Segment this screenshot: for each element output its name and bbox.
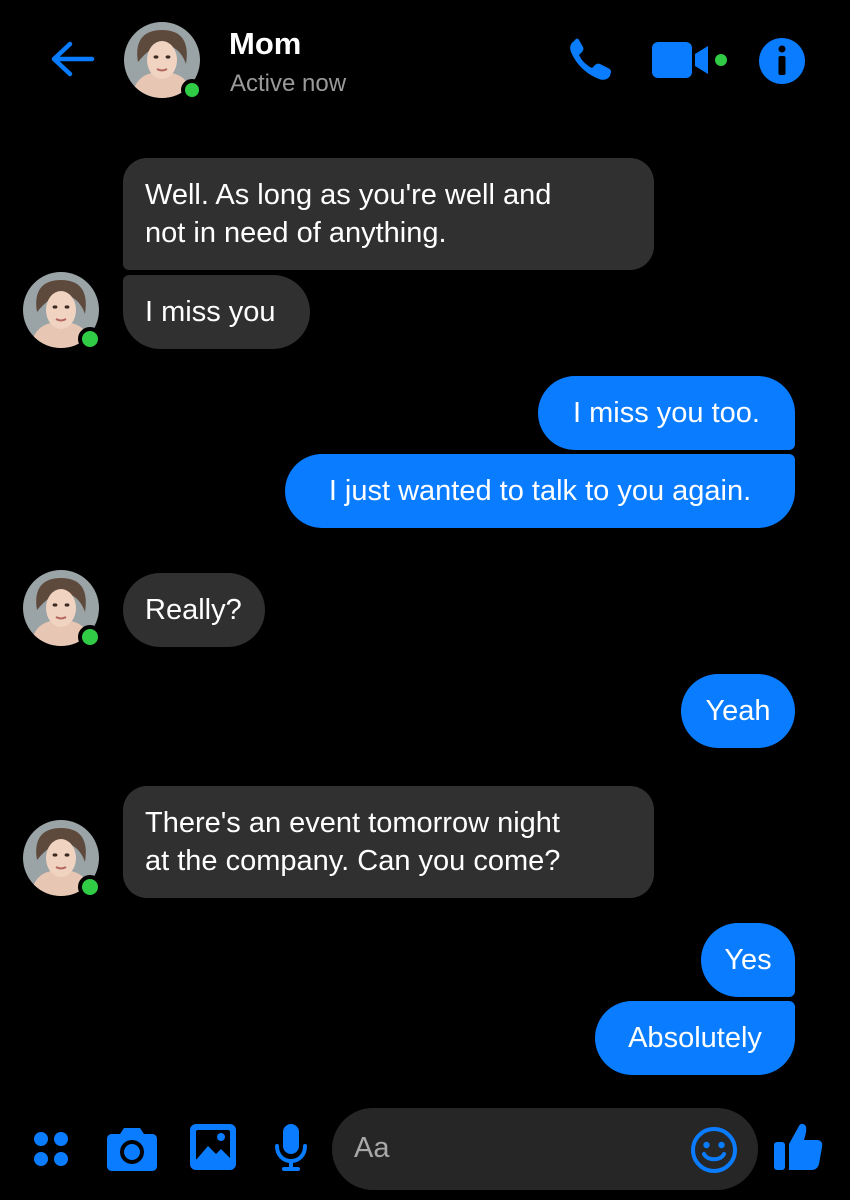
message-input-placeholder: Aa [354,1132,390,1164]
message-text: Really? [145,594,242,626]
apps-icon[interactable] [32,1130,72,1170]
video-call-icon[interactable] [652,40,732,80]
online-status-dot [78,327,102,351]
message-bubble-incoming[interactable]: Really? [123,573,265,647]
online-status-dot [78,875,102,899]
message-line: Well. As long as you're well and [145,179,552,211]
sender-avatar[interactable] [23,272,102,351]
camera-icon[interactable] [106,1124,158,1172]
message-line: not in need of anything. [145,217,447,249]
message-bubble-outgoing[interactable]: Yeah [681,674,795,748]
microphone-icon[interactable] [274,1122,308,1172]
emoji-icon[interactable] [690,1126,738,1174]
gallery-icon[interactable] [190,1124,236,1170]
online-status-dot [181,79,203,101]
message-bubble-outgoing[interactable]: I just wanted to talk to you again. [285,454,795,528]
message-bubble-incoming[interactable]: Well. As long as you're well and not in … [123,158,654,270]
thumbs-up-icon[interactable] [772,1120,824,1172]
message-bubble-incoming[interactable]: There's an event tomorrow night at the c… [123,786,654,898]
message-text: Yes [724,944,772,976]
online-status-dot [78,625,102,649]
contact-avatar[interactable] [124,22,203,101]
message-text: I miss you too. [573,397,760,429]
message-bubble-outgoing[interactable]: Yes [701,923,795,997]
message-input[interactable]: Aa [332,1108,758,1190]
sender-avatar[interactable] [23,820,102,899]
message-text: Yeah [705,695,771,727]
message-bubble-outgoing[interactable]: I miss you too. [538,376,795,450]
message-bubble-outgoing[interactable]: Absolutely [595,1001,795,1075]
message-text: I miss you [145,296,276,328]
contact-name[interactable]: Mom [229,26,301,62]
message-text: I just wanted to talk to you again. [328,475,752,507]
info-icon[interactable] [758,37,806,85]
sender-avatar[interactable] [23,570,102,649]
back-arrow-icon[interactable] [48,38,96,80]
message-bubble-incoming[interactable]: I miss you [123,275,310,349]
message-line: at the company. Can you come? [145,845,561,877]
message-composer: Aa [0,1100,850,1200]
chat-header: Mom Active now [0,0,850,140]
phone-call-icon[interactable] [566,37,616,83]
message-line: There's an event tomorrow night [145,807,560,839]
contact-status: Active now [230,70,347,97]
message-text: Absolutely [628,1022,762,1054]
